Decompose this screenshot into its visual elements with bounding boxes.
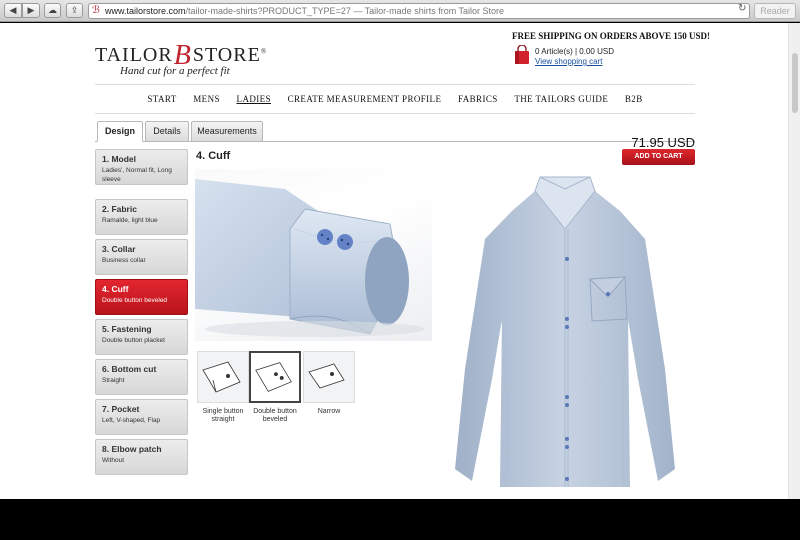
- scrollbar-thumb[interactable]: [792, 53, 798, 113]
- nav-mens[interactable]: MENS: [193, 94, 220, 104]
- option-label: Double button beveled: [253, 408, 297, 423]
- nav-divider-top: [95, 84, 695, 85]
- step-title: 4. Cuff: [102, 284, 129, 294]
- view-cart-link[interactable]: View shopping cart: [535, 57, 602, 66]
- step-title: 1. Model: [102, 154, 137, 164]
- add-to-cart-button[interactable]: ADD TO CART: [622, 149, 695, 165]
- page-scrollbar[interactable]: [788, 23, 800, 499]
- reader-button[interactable]: Reader: [754, 3, 796, 19]
- shipping-banner: FREE SHIPPING ON ORDERS ABOVE 150 USD!: [512, 31, 711, 41]
- nav-start[interactable]: START: [147, 94, 176, 104]
- option-double-button-beveled[interactable]: [249, 351, 301, 403]
- nav-b2b[interactable]: B2B: [625, 94, 643, 104]
- step-value: Double button beveled: [102, 297, 168, 304]
- cuff-double-button-icon: [255, 362, 292, 392]
- favicon-icon: ℬ: [92, 5, 100, 16]
- step-title: 8. Elbow patch: [102, 444, 162, 454]
- nav-divider-bottom: [95, 113, 695, 114]
- share-button[interactable]: ⇪: [66, 3, 83, 18]
- window-bottom-area: [0, 499, 800, 540]
- nav-create-measurement-profile[interactable]: CREATE MEASUREMENT PROFILE: [288, 94, 442, 104]
- reload-icon[interactable]: ↻: [738, 3, 746, 14]
- step-fabric[interactable]: 2. Fabric Ramalde, light blue: [95, 199, 188, 235]
- cuff-narrow-icon: [308, 363, 345, 389]
- back-button[interactable]: ◀: [4, 3, 22, 18]
- price: 71.95 USD: [631, 135, 695, 150]
- nav-ladies[interactable]: LADIES: [237, 94, 271, 104]
- step-title: 3. Collar: [102, 244, 136, 254]
- logo-text-left: TAILOR: [95, 44, 173, 66]
- step-value: Straight: [102, 377, 125, 384]
- option-label: Narrow: [317, 408, 341, 415]
- main-navigation: START MENS LADIES CREATE MEASUREMENT PRO…: [95, 94, 695, 104]
- step-value: Double button placket: [102, 337, 165, 344]
- section-title: 4. Cuff: [196, 150, 231, 162]
- step-value: Ramalde, light blue: [102, 217, 158, 224]
- cart-summary: 0 Article(s) | 0.00 USD: [535, 47, 614, 56]
- option-single-button-straight[interactable]: [197, 351, 249, 403]
- shirt-preview-image: [440, 169, 690, 499]
- cuff-preview-image: [195, 169, 432, 341]
- url-path: /tailor-made-shirts?PRODUCT_TYPE=27 — Ta…: [185, 6, 505, 16]
- address-bar[interactable]: ℬ www.tailorstore.com/tailor-made-shirts…: [88, 3, 750, 19]
- step-title: 6. Bottom cut: [102, 364, 157, 374]
- web-page: TAILORBSTORE® Hand cut for a perfect fit…: [0, 23, 800, 499]
- icloud-tabs-button[interactable]: ☁: [44, 3, 61, 18]
- step-bottom-cut[interactable]: 6. Bottom cut Straight: [95, 359, 188, 395]
- option-label: Single button straight: [202, 408, 244, 423]
- step-collar[interactable]: 3. Collar Business collar: [95, 239, 188, 275]
- step-cuff[interactable]: 4. Cuff Double button beveled: [95, 279, 188, 315]
- logo-text-right: STORE: [192, 44, 261, 66]
- step-fastening[interactable]: 5. Fastening Double button placket: [95, 319, 188, 355]
- step-title: 7. Pocket: [102, 404, 140, 414]
- url-host: www.tailorstore.com: [105, 6, 186, 16]
- nav-tailors-guide[interactable]: THE TAILORS GUIDE: [514, 94, 608, 104]
- registered-mark: ®: [260, 47, 268, 56]
- nav-fabrics[interactable]: FABRICS: [458, 94, 498, 104]
- step-title: 2. Fabric: [102, 204, 137, 214]
- step-value: Left, V-shaped, Flap: [102, 417, 161, 424]
- step-title: 5. Fastening: [102, 324, 152, 334]
- step-model[interactable]: 1. Model Ladies', Normal fit, Long sleev…: [95, 149, 188, 185]
- option-narrow[interactable]: [303, 351, 355, 403]
- shopping-bag-icon[interactable]: [514, 45, 530, 65]
- tab-measurements[interactable]: Measurements: [191, 121, 263, 142]
- step-elbow-patch[interactable]: 8. Elbow patch Without: [95, 439, 188, 475]
- step-pocket[interactable]: 7. Pocket Left, V-shaped, Flap: [95, 399, 188, 435]
- forward-button[interactable]: ▶: [22, 3, 40, 18]
- step-value: Business collar: [102, 257, 146, 264]
- browser-toolbar: ◀ ▶ ☁ ⇪ ℬ www.tailorstore.com/tailor-mad…: [0, 0, 800, 22]
- tagline: Hand cut for a perfect fit: [120, 65, 230, 77]
- step-value: Without: [102, 457, 125, 464]
- tab-details[interactable]: Details: [145, 121, 189, 142]
- cuff-single-button-icon: [202, 361, 241, 393]
- tab-design[interactable]: Design: [97, 121, 143, 142]
- step-value: Ladies', Normal fit, Long sleeve: [102, 167, 172, 183]
